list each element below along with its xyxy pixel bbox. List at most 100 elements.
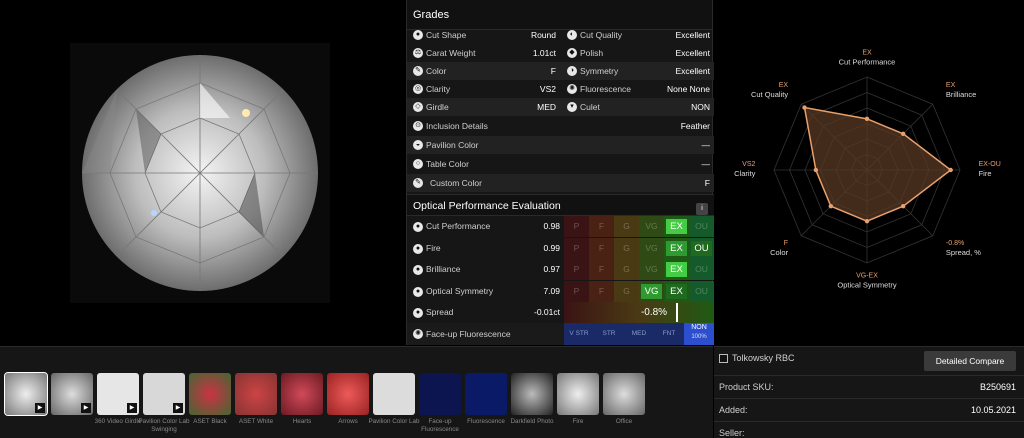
media-thumbnail[interactable] [511,373,553,415]
radar-point [948,167,953,173]
ope-row: ● Spread -0.01ct -0.8% [407,302,714,323]
grade-pavilion-color: ◒ Pavilion Color — [407,136,714,154]
ope-value: -0.01ct [534,307,560,317]
scale-grade: VG [639,259,664,280]
grade-value: — [701,140,711,150]
ope-title: Optical Performance Evaluation [413,200,561,212]
grade-marker: VG [641,283,662,299]
scale-grade: OU [689,280,714,302]
radar-grade-label: EX [946,82,956,89]
scale-grade: F [589,280,614,302]
radar-axis-label: Cut Quality [751,90,788,99]
grade-scale: PFGVGEXOUEX [564,259,714,280]
media-thumbnail[interactable]: ▶ [143,373,185,415]
thumbnail-label: Pavilion Color Lab Swinging [138,418,190,433]
grade-marker: EX [666,262,687,277]
scale-grade: P [564,259,589,280]
diamond-illustration [70,43,330,303]
media-thumbnail[interactable] [235,373,277,415]
media-thumbnail[interactable] [419,373,461,415]
tolkowsky-row: Tolkowsky RBC Detailed Compare [714,347,1024,374]
media-thumbnail[interactable] [373,373,415,415]
media-thumbnail[interactable]: ▶ [97,373,139,415]
thumbnail-label: Fluorescence [467,418,505,425]
table-icon: ○ [413,159,423,169]
media-thumbnail[interactable] [557,373,599,415]
scale-grade: G [614,237,639,259]
media-thumbnail[interactable] [327,373,369,415]
grade-label: Fluorescence [580,84,632,94]
scale-grade: P [564,280,589,302]
grade-value: — [701,159,711,169]
radar-point [828,203,834,209]
tolkowsky-checkbox[interactable] [719,354,728,363]
ope-row: ●Fire0.99PFGVGEXOUEXOU [407,237,714,259]
media-thumbnail[interactable] [465,373,507,415]
grade-label: Custom Color [430,178,482,188]
scale-grade: OU [689,216,714,237]
scale-grade: VG [639,216,664,237]
metric-icon: ● [413,243,423,254]
radar-axis-label: Optical Symmetry [837,281,896,290]
media-thumbnail[interactable] [281,373,323,415]
media-thumbnail[interactable] [189,373,231,415]
radar-point [864,116,870,122]
radar-point [900,131,906,137]
ope-value: 0.98 [543,221,560,231]
ope-label: Fire [426,242,441,253]
radar-axis-label: Cut Performance [839,57,896,66]
scale-grade: G [614,216,639,237]
grade-girdle: ◇ Girdle MED [407,98,560,116]
thumbnail-label: ASET Black [193,418,227,425]
play-icon: ▶ [173,403,183,413]
grade-cut-quality: ◐ Cut Quality Excellent [561,26,714,44]
radar-grade-label: EX [862,49,872,56]
play-icon: ▶ [81,403,91,413]
grade-marker: EX [666,240,687,256]
media-thumbnail-strip: ▶ ▶ ▶ 360 Video Girdle ▶ Pavilion Color Lab S… [0,346,713,438]
thumbnail-label: ASET White [238,418,274,425]
grade-label: Symmetry [580,66,619,76]
radar-axis-label: Fire [979,169,992,178]
radar-series-area [803,106,952,222]
radar-point [864,218,870,224]
info-icon[interactable]: i [696,203,708,215]
grade-value: Excellent [675,48,711,58]
scale-grade: G [614,280,639,302]
play-icon: ▶ [35,403,45,413]
detailed-compare-button[interactable]: Detailed Compare [924,351,1016,371]
sku-value: B250691 [979,382,1016,392]
added-label: Added: [719,405,748,415]
radar-grade-label: EX [779,82,789,89]
fluor-label: Face-up Fluorescence [426,329,511,339]
metric-icon: ● [413,308,423,318]
ope-label: Spread [426,307,454,317]
scale-grade: G [614,259,639,280]
grade-symmetry: ◑ Symmetry Excellent [561,62,714,80]
radar-point [900,203,906,209]
radar-grade-label: -0.8% [946,240,964,247]
media-thumbnail[interactable] [603,373,645,415]
circle-icon: ● [413,30,423,40]
media-thumbnail[interactable]: ▶ [4,372,48,416]
fluor-value-box: NON 100% [684,323,714,345]
grade-value: Feather [680,121,710,131]
fluor-scale-label: V STR [569,330,589,337]
diamond-hero-image [0,0,405,345]
media-thumbnail[interactable]: ▶ [51,373,93,415]
sku-row: Product SKU: B250691 [714,375,1024,398]
grade-label: Cut Quality [580,30,623,40]
scale-grade: P [564,216,589,237]
grade-value: Excellent [675,66,711,76]
polish-icon: ◆ [567,48,577,58]
grade-value: F [550,66,556,76]
grade-value: MED [537,102,556,112]
grade-scale: PFGVGEXOUVGEX [564,280,714,302]
scale-grade: OU [689,259,714,280]
grade-marker: EX [666,219,687,234]
ope-value: 0.99 [543,242,560,253]
metric-icon: ● [413,265,423,275]
radar-grade-label: VS2 [742,161,755,168]
sku-label: Product SKU: [719,382,774,392]
grade-label: Polish [580,48,604,58]
